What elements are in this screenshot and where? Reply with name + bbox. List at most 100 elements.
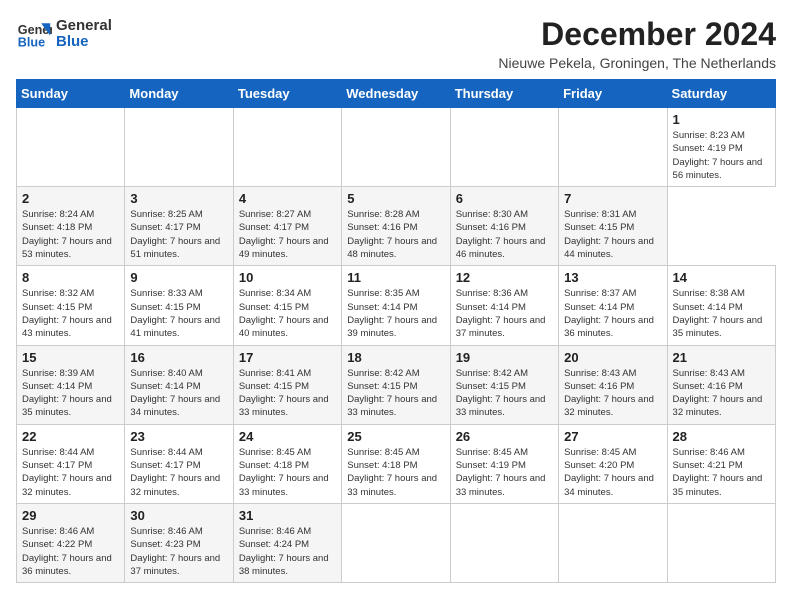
day-number: 9 — [130, 270, 227, 285]
day-info: Sunrise: 8:45 AM Sunset: 4:19 PM Dayligh… — [456, 446, 553, 499]
sunset-text: Sunset: 4:17 PM — [239, 222, 309, 233]
daylight-text: Daylight: 7 hours and 43 minutes. — [22, 315, 112, 339]
calendar-cell: 5 Sunrise: 8:28 AM Sunset: 4:16 PM Dayli… — [342, 187, 450, 266]
day-info: Sunrise: 8:46 AM Sunset: 4:21 PM Dayligh… — [673, 446, 770, 499]
sunrise-text: Sunrise: 8:46 AM — [239, 526, 311, 537]
day-number: 2 — [22, 191, 119, 206]
title-section: December 2024 Nieuwe Pekela, Groningen, … — [498, 16, 776, 71]
sunset-text: Sunset: 4:22 PM — [22, 539, 92, 550]
sunset-text: Sunset: 4:15 PM — [239, 381, 309, 392]
day-number: 22 — [22, 429, 119, 444]
sunrise-text: Sunrise: 8:45 AM — [347, 447, 419, 458]
sunrise-text: Sunrise: 8:44 AM — [130, 447, 202, 458]
day-info: Sunrise: 8:36 AM Sunset: 4:14 PM Dayligh… — [456, 287, 553, 340]
calendar-cell: 14 Sunrise: 8:38 AM Sunset: 4:14 PM Dayl… — [667, 266, 775, 345]
sunrise-text: Sunrise: 8:36 AM — [456, 288, 528, 299]
page-header: General Blue General Blue December 2024 … — [16, 16, 776, 71]
sunset-text: Sunset: 4:14 PM — [673, 302, 743, 313]
day-number: 16 — [130, 350, 227, 365]
daylight-text: Daylight: 7 hours and 33 minutes. — [347, 394, 437, 418]
sunrise-text: Sunrise: 8:34 AM — [239, 288, 311, 299]
daylight-text: Daylight: 7 hours and 36 minutes. — [564, 315, 654, 339]
header-thursday: Thursday — [450, 80, 558, 108]
header-saturday: Saturday — [667, 80, 775, 108]
daylight-text: Daylight: 7 hours and 44 minutes. — [564, 236, 654, 260]
sunrise-text: Sunrise: 8:23 AM — [673, 130, 745, 141]
daylight-text: Daylight: 7 hours and 32 minutes. — [130, 473, 220, 497]
day-info: Sunrise: 8:23 AM Sunset: 4:19 PM Dayligh… — [673, 129, 770, 182]
sunrise-text: Sunrise: 8:28 AM — [347, 209, 419, 220]
calendar-cell — [342, 108, 450, 187]
daylight-text: Daylight: 7 hours and 32 minutes. — [564, 394, 654, 418]
sunrise-text: Sunrise: 8:41 AM — [239, 368, 311, 379]
logo-icon: General Blue — [16, 16, 52, 52]
sunrise-text: Sunrise: 8:43 AM — [564, 368, 636, 379]
day-number: 12 — [456, 270, 553, 285]
day-number: 3 — [130, 191, 227, 206]
day-info: Sunrise: 8:25 AM Sunset: 4:17 PM Dayligh… — [130, 208, 227, 261]
day-info: Sunrise: 8:46 AM Sunset: 4:22 PM Dayligh… — [22, 525, 119, 578]
day-info: Sunrise: 8:24 AM Sunset: 4:18 PM Dayligh… — [22, 208, 119, 261]
month-title: December 2024 — [498, 16, 776, 53]
sunset-text: Sunset: 4:15 PM — [564, 222, 634, 233]
daylight-text: Daylight: 7 hours and 56 minutes. — [673, 157, 763, 181]
sunset-text: Sunset: 4:15 PM — [347, 381, 417, 392]
day-info: Sunrise: 8:46 AM Sunset: 4:24 PM Dayligh… — [239, 525, 336, 578]
sunrise-text: Sunrise: 8:42 AM — [347, 368, 419, 379]
header-wednesday: Wednesday — [342, 80, 450, 108]
calendar-cell: 27 Sunrise: 8:45 AM Sunset: 4:20 PM Dayl… — [559, 424, 667, 503]
sunset-text: Sunset: 4:21 PM — [673, 460, 743, 471]
sunrise-text: Sunrise: 8:30 AM — [456, 209, 528, 220]
daylight-text: Daylight: 7 hours and 39 minutes. — [347, 315, 437, 339]
day-info: Sunrise: 8:34 AM Sunset: 4:15 PM Dayligh… — [239, 287, 336, 340]
sunrise-text: Sunrise: 8:44 AM — [22, 447, 94, 458]
sunrise-text: Sunrise: 8:38 AM — [673, 288, 745, 299]
sunrise-text: Sunrise: 8:33 AM — [130, 288, 202, 299]
calendar-cell: 10 Sunrise: 8:34 AM Sunset: 4:15 PM Dayl… — [233, 266, 341, 345]
calendar-cell: 31 Sunrise: 8:46 AM Sunset: 4:24 PM Dayl… — [233, 503, 341, 582]
calendar-week-row: 22 Sunrise: 8:44 AM Sunset: 4:17 PM Dayl… — [17, 424, 776, 503]
daylight-text: Daylight: 7 hours and 49 minutes. — [239, 236, 329, 260]
day-info: Sunrise: 8:45 AM Sunset: 4:20 PM Dayligh… — [564, 446, 661, 499]
calendar-cell — [450, 108, 558, 187]
day-number: 26 — [456, 429, 553, 444]
sunset-text: Sunset: 4:15 PM — [456, 381, 526, 392]
day-number: 30 — [130, 508, 227, 523]
sunset-text: Sunset: 4:19 PM — [673, 143, 743, 154]
sunset-text: Sunset: 4:15 PM — [239, 302, 309, 313]
sunset-text: Sunset: 4:24 PM — [239, 539, 309, 550]
sunset-text: Sunset: 4:16 PM — [673, 381, 743, 392]
day-number: 8 — [22, 270, 119, 285]
daylight-text: Daylight: 7 hours and 53 minutes. — [22, 236, 112, 260]
day-number: 29 — [22, 508, 119, 523]
calendar-cell: 16 Sunrise: 8:40 AM Sunset: 4:14 PM Dayl… — [125, 345, 233, 424]
calendar-cell — [559, 108, 667, 187]
logo: General Blue General Blue — [16, 16, 112, 52]
sunset-text: Sunset: 4:14 PM — [130, 381, 200, 392]
sunset-text: Sunset: 4:15 PM — [130, 302, 200, 313]
day-info: Sunrise: 8:28 AM Sunset: 4:16 PM Dayligh… — [347, 208, 444, 261]
calendar-cell: 12 Sunrise: 8:36 AM Sunset: 4:14 PM Dayl… — [450, 266, 558, 345]
calendar-cell: 20 Sunrise: 8:43 AM Sunset: 4:16 PM Dayl… — [559, 345, 667, 424]
sunrise-text: Sunrise: 8:32 AM — [22, 288, 94, 299]
calendar-week-row: 29 Sunrise: 8:46 AM Sunset: 4:22 PM Dayl… — [17, 503, 776, 582]
sunset-text: Sunset: 4:20 PM — [564, 460, 634, 471]
calendar-cell: 26 Sunrise: 8:45 AM Sunset: 4:19 PM Dayl… — [450, 424, 558, 503]
day-number: 4 — [239, 191, 336, 206]
sunset-text: Sunset: 4:18 PM — [239, 460, 309, 471]
calendar-cell: 6 Sunrise: 8:30 AM Sunset: 4:16 PM Dayli… — [450, 187, 558, 266]
calendar-week-row: 1 Sunrise: 8:23 AM Sunset: 4:19 PM Dayli… — [17, 108, 776, 187]
sunrise-text: Sunrise: 8:35 AM — [347, 288, 419, 299]
calendar-cell — [559, 503, 667, 582]
daylight-text: Daylight: 7 hours and 35 minutes. — [673, 473, 763, 497]
daylight-text: Daylight: 7 hours and 33 minutes. — [347, 473, 437, 497]
sunset-text: Sunset: 4:16 PM — [456, 222, 526, 233]
day-number: 15 — [22, 350, 119, 365]
day-number: 28 — [673, 429, 770, 444]
daylight-text: Daylight: 7 hours and 38 minutes. — [239, 553, 329, 577]
calendar-cell: 4 Sunrise: 8:27 AM Sunset: 4:17 PM Dayli… — [233, 187, 341, 266]
daylight-text: Daylight: 7 hours and 48 minutes. — [347, 236, 437, 260]
calendar-cell: 25 Sunrise: 8:45 AM Sunset: 4:18 PM Dayl… — [342, 424, 450, 503]
daylight-text: Daylight: 7 hours and 36 minutes. — [22, 553, 112, 577]
calendar-cell — [342, 503, 450, 582]
